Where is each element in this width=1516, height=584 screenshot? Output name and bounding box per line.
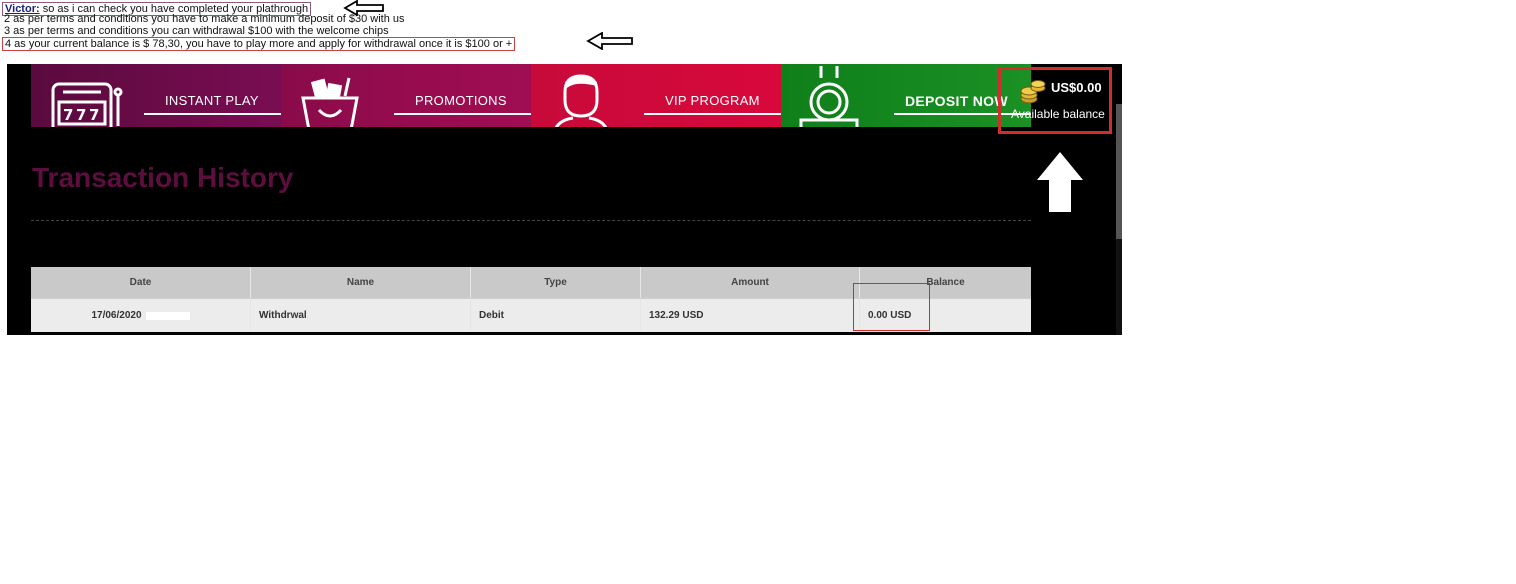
nav-promotions[interactable]: PROMOTIONS <box>281 64 531 127</box>
balance-highlight-box <box>998 67 1112 134</box>
row-date: 17/06/2020 <box>91 310 142 321</box>
nav-underline <box>144 113 281 115</box>
nav-underline <box>644 113 781 115</box>
left-arrow-annotation-icon <box>586 32 633 50</box>
svg-text:7: 7 <box>89 106 99 124</box>
slot-machine-icon: 7 7 7 <box>51 82 123 127</box>
col-date-header[interactable]: Date <box>31 267 251 298</box>
row-type: Debit <box>471 299 641 332</box>
row-date-cell: 17/06/2020 <box>31 299 251 332</box>
coin-drop-icon <box>799 66 859 127</box>
col-amount-header[interactable]: Amount <box>641 267 860 298</box>
col-name-header[interactable]: Name <box>251 267 471 298</box>
page-title: Transaction History <box>32 162 294 193</box>
svg-text:7: 7 <box>63 106 73 124</box>
chat-message-3: 3 as per terms and conditions you can wi… <box>4 25 389 37</box>
nav-instant-play-label: INSTANT PLAY <box>165 93 259 108</box>
svg-text:7: 7 <box>76 106 86 124</box>
chat-message-4: 4 as your current balance is $ 78,30, yo… <box>2 37 516 51</box>
nav-promotions-label: PROMOTIONS <box>415 93 507 108</box>
nav-deposit-now-label: DEPOSIT NOW <box>905 93 1008 109</box>
nav-underline <box>394 113 531 115</box>
vertical-scrollbar[interactable] <box>1116 104 1122 335</box>
nav-vip-program[interactable]: VIP PROGRAM <box>531 64 781 127</box>
nav-deposit-now[interactable]: DEPOSIT NOW <box>781 64 1031 127</box>
redacted-time <box>145 311 190 320</box>
nav-instant-play[interactable]: 7 7 7 INSTANT PLAY <box>31 64 281 127</box>
scrollbar-thumb[interactable] <box>1116 104 1122 239</box>
title-divider <box>31 220 1031 221</box>
main-nav: 7 7 7 INSTANT PLAY PROMOTIONS VIP PROGRA… <box>31 64 1031 127</box>
nav-vip-program-label: VIP PROGRAM <box>665 93 760 108</box>
row-balance-highlight-box <box>853 283 930 331</box>
chat-message-2: 2 as per terms and conditions you have t… <box>4 13 405 25</box>
col-type-header[interactable]: Type <box>471 267 641 298</box>
row-name: Withdrwal <box>251 299 471 332</box>
up-arrow-annotation-icon <box>1037 152 1083 212</box>
row-amount: 132.29 USD <box>641 299 860 332</box>
gift-bag-icon <box>301 77 359 127</box>
person-icon <box>554 74 608 127</box>
casino-screen: 7 7 7 INSTANT PLAY PROMOTIONS VIP PROGRA… <box>7 64 1122 335</box>
